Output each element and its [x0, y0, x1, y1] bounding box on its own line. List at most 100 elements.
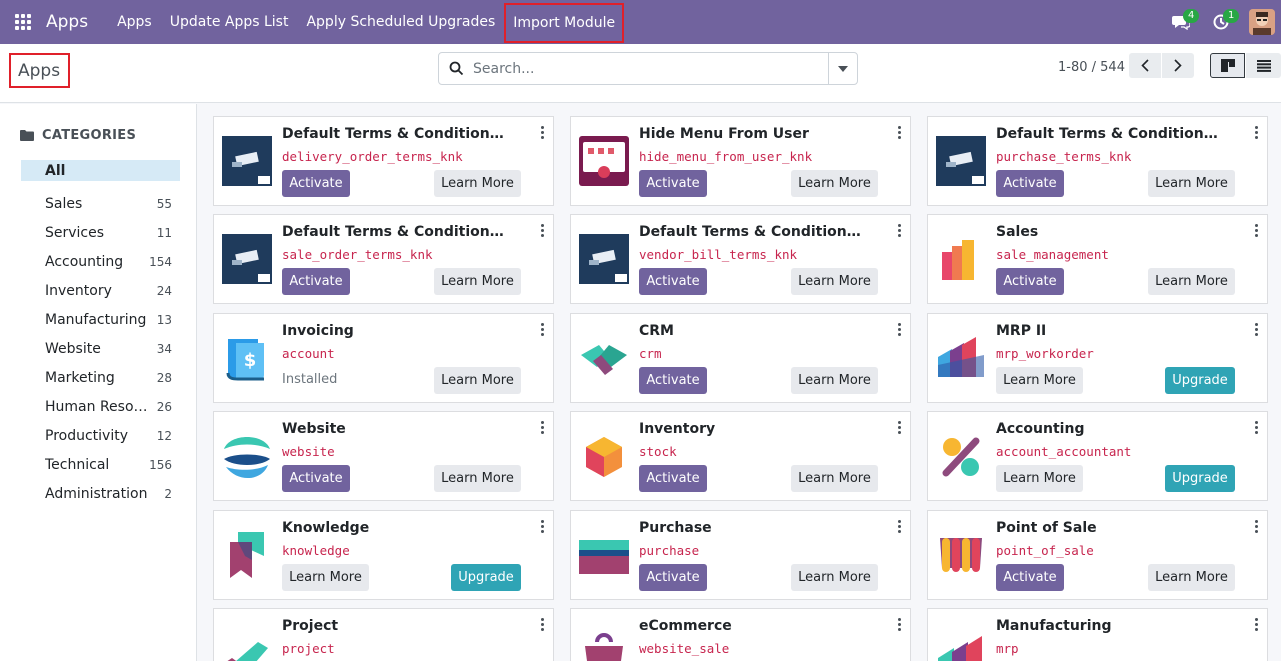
category-all[interactable]: All	[21, 160, 180, 181]
activate-button[interactable]: Activate	[282, 465, 350, 492]
upgrade-button[interactable]: Upgrade	[1165, 465, 1235, 492]
app-menu-grid-icon[interactable]	[0, 0, 46, 44]
learn-more-button[interactable]: Learn More	[1148, 564, 1235, 591]
app-technical-name: point_of_sale	[996, 543, 1094, 558]
category-count: 12	[156, 428, 172, 443]
learn-more-button[interactable]: Learn More	[791, 268, 878, 295]
card-menu-icon[interactable]	[1255, 618, 1259, 631]
category-accounting[interactable]: Accounting 154	[21, 247, 180, 276]
card-menu-icon[interactable]	[541, 323, 545, 336]
activate-button[interactable]: Activate	[996, 564, 1064, 591]
activate-button[interactable]: Activate	[996, 268, 1064, 295]
category-human-resources[interactable]: Human Resources 26	[21, 392, 180, 421]
learn-more-button[interactable]: Learn More	[791, 170, 878, 197]
category-label: Website	[45, 340, 101, 357]
activate-button[interactable]: Activate	[639, 564, 707, 591]
learn-more-button[interactable]: Learn More	[791, 367, 878, 394]
pager-previous-button[interactable]	[1129, 53, 1161, 78]
card-menu-icon[interactable]	[898, 520, 902, 533]
app-card[interactable]: Knowledge knowledge Learn More Upgrade	[213, 510, 554, 600]
user-avatar[interactable]	[1249, 9, 1275, 35]
activate-button[interactable]: Activate	[282, 268, 350, 295]
category-services[interactable]: Services 11	[21, 218, 180, 247]
activities-button[interactable]: 1	[1201, 0, 1241, 44]
category-marketing[interactable]: Marketing 28	[21, 363, 180, 392]
learn-more-button[interactable]: Learn More	[791, 564, 878, 591]
app-card[interactable]: Inventory stock Activate Learn More	[570, 411, 911, 501]
search-options-toggle[interactable]	[828, 53, 857, 84]
category-manufacturing[interactable]: Manufacturing 13	[21, 305, 180, 334]
activate-button[interactable]: Activate	[282, 170, 350, 197]
card-menu-icon[interactable]	[1255, 520, 1259, 533]
activate-button[interactable]: Activate	[639, 367, 707, 394]
messages-button[interactable]: 4	[1161, 0, 1201, 44]
card-menu-icon[interactable]	[1255, 224, 1259, 237]
app-card[interactable]: Default Terms & Conditions ... purchase_…	[927, 116, 1268, 206]
list-view-button[interactable]	[1246, 53, 1281, 78]
app-card[interactable]: $ Invoicing account Installed Learn More	[213, 313, 554, 403]
card-menu-icon[interactable]	[898, 323, 902, 336]
card-menu-icon[interactable]	[541, 421, 545, 434]
learn-more-button[interactable]: Learn More	[1148, 268, 1235, 295]
app-card[interactable]: Purchase purchase Activate Learn More	[570, 510, 911, 600]
nav-import-module[interactable]: Import Module	[504, 3, 625, 43]
learn-more-button[interactable]: Learn More	[791, 465, 878, 492]
activate-button[interactable]: Activate	[996, 170, 1064, 197]
category-inventory[interactable]: Inventory 24	[21, 276, 180, 305]
app-card[interactable]: eCommerce website_sale	[570, 608, 911, 661]
app-card[interactable]: Website website Activate Learn More	[213, 411, 554, 501]
navbar-brand[interactable]: Apps	[46, 12, 100, 32]
card-menu-icon[interactable]	[898, 126, 902, 139]
pager-next-button[interactable]	[1162, 53, 1194, 78]
nav-apply-scheduled-upgrades[interactable]: Apply Scheduled Upgrades	[297, 0, 504, 44]
app-card[interactable]: Default Terms & Conditions ... delivery_…	[213, 116, 554, 206]
card-menu-icon[interactable]	[541, 520, 545, 533]
learn-more-button[interactable]: Learn More	[282, 564, 369, 591]
app-card[interactable]: Point of Sale point_of_sale Activate Lea…	[927, 510, 1268, 600]
card-menu-icon[interactable]	[541, 618, 545, 631]
upgrade-button[interactable]: Upgrade	[451, 564, 521, 591]
card-menu-icon[interactable]	[898, 618, 902, 631]
card-menu-icon[interactable]	[898, 224, 902, 237]
card-menu-icon[interactable]	[541, 224, 545, 237]
learn-more-button[interactable]: Learn More	[996, 367, 1083, 394]
app-card[interactable]: Accounting account_accountant Learn More…	[927, 411, 1268, 501]
card-menu-icon[interactable]	[1255, 421, 1259, 434]
category-administration[interactable]: Administration 2	[21, 479, 180, 508]
category-sales[interactable]: Sales 55	[21, 189, 180, 218]
card-menu-icon[interactable]	[898, 421, 902, 434]
learn-more-button[interactable]: Learn More	[434, 367, 521, 394]
card-menu-icon[interactable]	[541, 126, 545, 139]
caret-down-icon	[838, 65, 848, 72]
kanban-view-button[interactable]	[1210, 53, 1245, 78]
learn-more-button[interactable]: Learn More	[1148, 170, 1235, 197]
nav-update-apps-list[interactable]: Update Apps List	[161, 0, 298, 44]
card-menu-icon[interactable]	[1255, 323, 1259, 336]
category-website[interactable]: Website 34	[21, 334, 180, 363]
app-card[interactable]: Hide Menu From User hide_menu_from_user_…	[570, 116, 911, 206]
category-technical[interactable]: Technical 156	[21, 450, 180, 479]
app-card[interactable]: MRP II mrp_workorder Learn More Upgrade	[927, 313, 1268, 403]
messages-badge: 4	[1183, 9, 1200, 23]
learn-more-button[interactable]: Learn More	[434, 465, 521, 492]
app-card[interactable]: CRM crm Activate Learn More	[570, 313, 911, 403]
learn-more-button[interactable]: Learn More	[434, 170, 521, 197]
learn-more-button[interactable]: Learn More	[434, 268, 521, 295]
crm-app-icon	[581, 345, 627, 375]
search-input[interactable]	[473, 53, 828, 84]
learn-more-button[interactable]: Learn More	[996, 465, 1083, 492]
app-card[interactable]: Sales sale_management Activate Learn Mor…	[927, 214, 1268, 304]
card-menu-icon[interactable]	[1255, 126, 1259, 139]
app-card[interactable]: Manufacturing mrp	[927, 608, 1268, 661]
app-card[interactable]: Project project	[213, 608, 554, 661]
pager-value[interactable]: 1-80 / 544	[1058, 60, 1125, 75]
activate-button[interactable]: Activate	[639, 170, 707, 197]
activate-button[interactable]: Activate	[639, 268, 707, 295]
category-productivity[interactable]: Productivity 12	[21, 421, 180, 450]
app-card[interactable]: Default Terms & Conditions ... vendor_bi…	[570, 214, 911, 304]
app-card[interactable]: Default Terms & Conditions ... sale_orde…	[213, 214, 554, 304]
nav-apps[interactable]: Apps	[108, 0, 161, 44]
activate-button[interactable]: Activate	[639, 465, 707, 492]
upgrade-button[interactable]: Upgrade	[1165, 367, 1235, 394]
app-title: Default Terms & Conditions ...	[282, 126, 507, 142]
